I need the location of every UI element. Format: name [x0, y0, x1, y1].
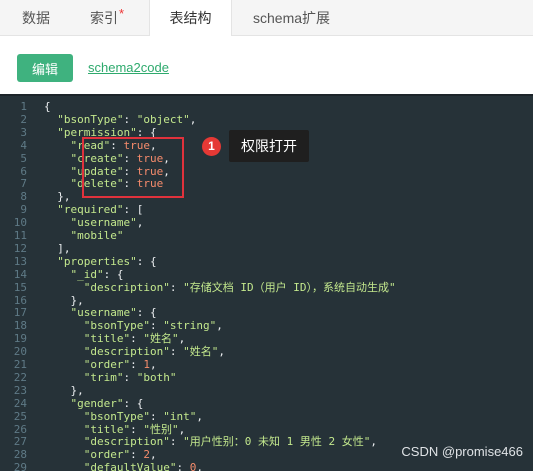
line-number: 14	[13, 267, 27, 281]
code-line: 9 "required": [	[0, 203, 533, 216]
tab-schema-extension-label: schema扩展	[253, 10, 331, 26]
code-text: {	[44, 100, 51, 113]
line-number: 12	[13, 241, 27, 255]
code-line: 6 "update": true,	[0, 165, 533, 178]
code-line: 7 "delete": true	[0, 177, 533, 190]
code-text: "defaultValue": 0,	[83, 461, 203, 471]
code-text: "title": "性别",	[83, 422, 186, 436]
code-text: "title": "姓名",	[83, 332, 186, 346]
line-number: 24	[13, 396, 27, 410]
code-line: 25 "bsonType": "int",	[0, 410, 533, 423]
code-line: 13 "properties": {	[0, 255, 533, 268]
tab-data[interactable]: 数据	[22, 0, 52, 36]
code-text: "bsonType": "object",	[57, 112, 197, 126]
line-number: 23	[13, 383, 27, 397]
code-line: 2 "bsonType": "object",	[0, 113, 533, 126]
code-line: 16 },	[0, 294, 533, 307]
code-line: 24 "gender": {	[0, 397, 533, 410]
annotation-tooltip: 权限打开	[229, 130, 309, 162]
line-number: 15	[13, 280, 27, 294]
code-text: },	[70, 383, 84, 397]
code-text: "description": "姓名",	[83, 345, 225, 359]
annotation-number-badge: 1	[202, 137, 221, 156]
line-number: 5	[20, 151, 27, 165]
code-line: 10 "username",	[0, 216, 533, 229]
code-text: "trim": "both"	[83, 370, 177, 384]
code-line: 11 "mobile"	[0, 229, 533, 242]
line-number: 16	[13, 293, 27, 307]
line-number: 20	[13, 345, 27, 359]
line-number: 3	[20, 125, 27, 139]
line-number: 26	[13, 422, 27, 436]
line-number: 10	[13, 216, 27, 230]
line-number: 13	[13, 254, 27, 268]
code-line: 29 "defaultValue": 0,	[0, 461, 533, 471]
code-text: },	[70, 293, 84, 307]
tab-schema-label: 表结构	[169, 10, 212, 26]
code-line: 21 "order": 1,	[0, 358, 533, 371]
line-number: 2	[20, 112, 27, 126]
schema2code-link[interactable]: schema2code	[88, 60, 169, 75]
code-text: "username",	[70, 216, 144, 230]
code-text: "description": "存储文档 ID（用户 ID），系统自动生成"	[83, 280, 396, 294]
code-line: 15 "description": "存储文档 ID（用户 ID），系统自动生成…	[0, 281, 533, 294]
line-number: 25	[13, 409, 27, 423]
code-text: "_id": {	[70, 267, 124, 281]
code-text: "order": 1,	[83, 358, 157, 371]
code-text: "description": "用户性别：0 未知 1 男性 2 女性",	[83, 435, 377, 449]
tab-bar: 数据 索引* 表结构 schema扩展	[0, 0, 533, 37]
code-line: 26 "title": "性别",	[0, 423, 533, 436]
tab-schema[interactable]: 表结构	[149, 0, 232, 37]
code-text: "username": {	[70, 306, 157, 320]
line-number: 11	[13, 229, 27, 242]
tab-schema-extension[interactable]: schema扩展	[253, 0, 343, 36]
code-text: "bsonType": "int",	[83, 409, 203, 423]
code-line: 19 "title": "姓名",	[0, 332, 533, 345]
line-number: 18	[13, 319, 27, 333]
code-line: 18 "bsonType": "string",	[0, 319, 533, 332]
tab-data-label: 数据	[22, 10, 50, 26]
line-number: 6	[20, 164, 27, 178]
code-text: ],	[57, 241, 71, 255]
code-line: 22 "trim": "both"	[0, 371, 533, 384]
unsaved-marker: *	[119, 6, 125, 21]
line-number: 17	[13, 306, 27, 320]
code-line: 20 "description": "姓名",	[0, 345, 533, 358]
line-number: 9	[20, 203, 27, 217]
line-number: 28	[13, 448, 27, 462]
permission-highlight-box	[82, 137, 184, 198]
line-number: 29	[13, 461, 27, 471]
tab-index-label: 索引	[90, 10, 118, 26]
code-text: },	[57, 190, 71, 204]
line-number: 7	[20, 177, 27, 191]
line-number: 22	[13, 370, 27, 384]
code-line: 14 "_id": {	[0, 268, 533, 281]
watermark: CSDN @promise466	[401, 444, 523, 459]
code-text: "properties": {	[57, 254, 157, 268]
tab-index[interactable]: 索引*	[90, 0, 140, 36]
code-text: "gender": {	[70, 396, 144, 410]
edit-button[interactable]: 编辑	[17, 54, 73, 82]
line-number: 4	[20, 138, 27, 152]
line-number: 8	[20, 190, 27, 204]
code-text: "bsonType": "string",	[83, 319, 223, 333]
code-text: "required": [	[57, 203, 144, 217]
code-line: 23 },	[0, 384, 533, 397]
line-number: 19	[13, 332, 27, 346]
code-line: 12 ],	[0, 242, 533, 255]
code-line: 17 "username": {	[0, 306, 533, 319]
code-text: "mobile"	[70, 229, 124, 242]
toolbar: 编辑 schema2code	[0, 36, 533, 94]
line-number: 27	[13, 435, 27, 449]
code-line: 8 },	[0, 190, 533, 203]
code-line: 1{	[0, 100, 533, 113]
line-number: 1	[20, 100, 27, 113]
code-text: "order": 2,	[83, 448, 157, 462]
line-number: 21	[13, 358, 27, 371]
